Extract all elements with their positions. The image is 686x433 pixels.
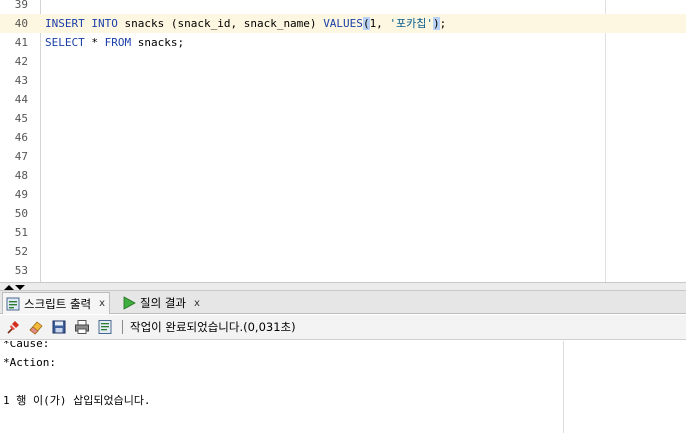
run-query-icon [122,296,136,310]
output-line: 1 행 이(가) 삽입되었습니다. [3,394,151,407]
editor-line[interactable]: 50 [0,204,686,223]
line-number: 48 [14,169,28,182]
line-number: 41 [14,36,28,49]
value-arg: 1, [369,17,390,30]
editor-line[interactable]: 44 [0,90,686,109]
line-number: 45 [14,112,28,125]
keyword-values: VALUES [323,17,363,30]
code-text[interactable]: SELECT * FROM snacks; [45,33,184,52]
code-text[interactable]: INSERT INTO snacks (snack_id, snack_name… [45,14,446,33]
tab-script-output[interactable]: 스크립트 출력 x [2,292,111,314]
table-name: snacks; [131,36,185,49]
keyword-insert: INSERT [45,17,85,30]
save-icon[interactable] [50,318,68,336]
output-margin-guide [563,341,564,433]
line-number: 49 [14,188,28,201]
keyword-from: FROM [104,36,132,49]
output-toolbar: 작업이 완료되었습니다.(0,031초) [0,315,686,340]
tab-label: 질의 결과 [140,296,186,310]
close-icon[interactable]: x [99,298,105,309]
line-number: 53 [14,264,28,277]
tab-label: 스크립트 출력 [24,296,92,311]
semicolon: ; [439,17,447,30]
output-file-icon[interactable] [96,318,114,336]
output-line: *Cause: [3,341,50,350]
eraser-icon[interactable] [27,318,45,336]
panel-splitter[interactable] [0,282,686,291]
line-number: 46 [14,131,28,144]
output-line: *Action: [3,356,56,369]
tab-query-result[interactable]: 질의 결과 x [119,292,204,314]
line-number: 51 [14,226,28,239]
keyword-into: INTO [91,17,118,30]
pin-icon[interactable] [4,318,22,336]
editor-line[interactable]: 52 [0,242,686,261]
table-columns: snacks (snack_id, snack_name) [117,17,324,30]
script-output-pane[interactable]: *Cause: *Action: 1 행 이(가) 삽입되었습니다. [0,341,686,433]
star: * [84,36,105,49]
line-number: 42 [14,55,28,68]
editor-line[interactable]: 39 [0,0,686,14]
line-number: 39 [14,0,28,11]
editor-line[interactable]: 43 [0,71,686,90]
line-number: 47 [14,150,28,163]
output-tabbar: 스크립트 출력 x 질의 결과 x [0,291,686,314]
editor-line[interactable]: 41 SELECT * FROM snacks; [0,33,686,52]
editor-line[interactable]: 47 [0,147,686,166]
script-output-icon [6,297,20,311]
string-literal: '포카칩' [389,17,434,30]
editor-line[interactable]: 42 [0,52,686,71]
toolbar-divider [122,320,123,334]
close-icon[interactable]: x [194,298,200,309]
sql-editor[interactable]: 39 40 INSERT INTO snacks (snack_id, snac… [0,0,686,282]
editor-line[interactable]: 49 [0,185,686,204]
editor-line[interactable]: 51 [0,223,686,242]
editor-line-current[interactable]: 40 INSERT INTO snacks (snack_id, snack_n… [0,14,686,33]
keyword-select: SELECT [45,36,85,49]
open-paren-match: ( [362,17,370,30]
line-number: 52 [14,245,28,258]
editor-line[interactable]: 46 [0,128,686,147]
editor-line[interactable]: 53 [0,261,686,280]
close-paren-match: ) [433,17,440,30]
line-number: 40 [14,17,28,30]
status-message: 작업이 완료되었습니다.(0,031초) [130,320,296,334]
editor-line[interactable]: 45 [0,109,686,128]
line-number: 44 [14,93,28,106]
line-number: 43 [14,74,28,87]
editor-line[interactable]: 48 [0,166,686,185]
line-number: 50 [14,207,28,220]
print-icon[interactable] [73,318,91,336]
